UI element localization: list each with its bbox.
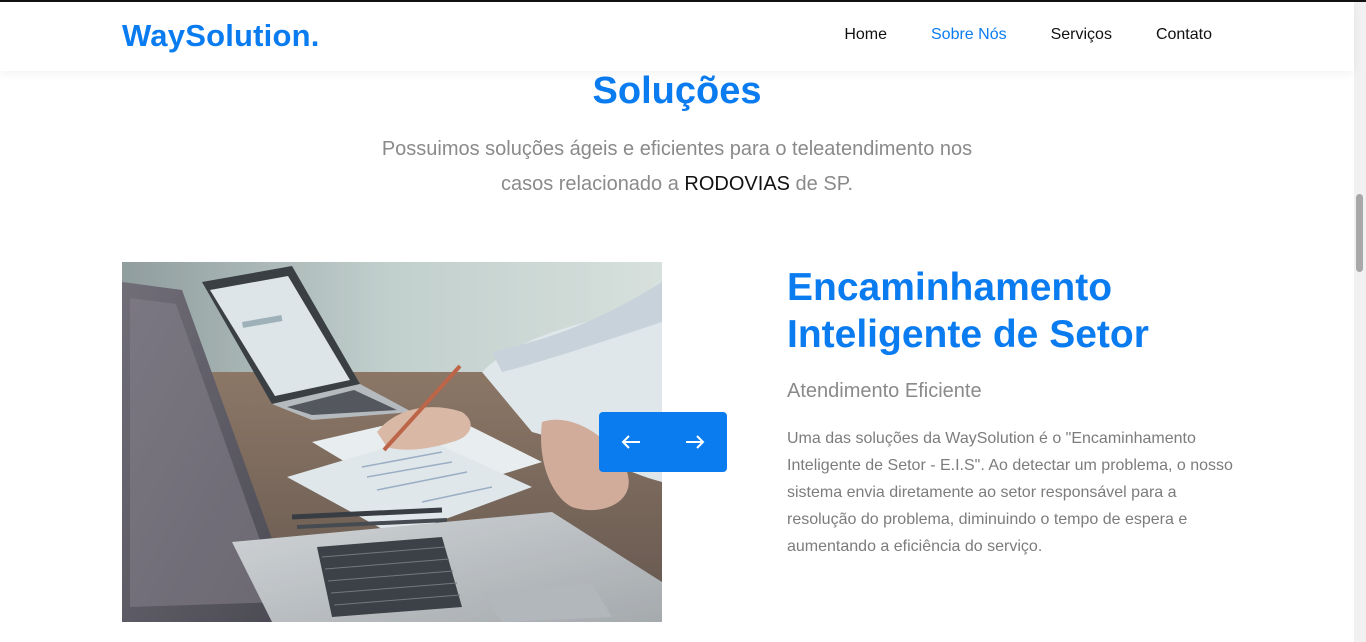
- slide-subtitle: Atendimento Eficiente: [787, 380, 982, 402]
- arrow-right-icon: [686, 435, 705, 449]
- prev-button[interactable]: [606, 417, 656, 467]
- next-button[interactable]: [670, 417, 720, 467]
- nav-servicos[interactable]: Serviços: [1051, 26, 1112, 44]
- brand-logo[interactable]: WaySolution.: [122, 18, 320, 54]
- carousel-controls: [599, 412, 727, 472]
- section-subtitle-line2-pre: casos relacionado a: [500, 173, 685, 195]
- page: WaySolution. Home Sobre Nós Serviços Con…: [0, 0, 1366, 642]
- nav-contato[interactable]: Contato: [1156, 26, 1212, 44]
- slide-title-line1: Encaminhamento: [787, 266, 1113, 309]
- section-subtitle: Possuimos soluções ágeis e eficientes pa…: [377, 132, 977, 202]
- section-subtitle-line1: Possuimos soluções ágeis e eficientes pa…: [381, 138, 973, 160]
- slide-description: Uma das soluções da WaySolution é o "Enc…: [787, 430, 1233, 555]
- scrollbar[interactable]: [1354, 2, 1366, 642]
- section-subtitle-line2-post: de SP.: [790, 173, 854, 195]
- nav-sobre-nos[interactable]: Sobre Nós: [931, 26, 1007, 44]
- slide-title-line2: Inteligente de Setor: [787, 313, 1149, 356]
- scrollbar-thumb[interactable]: [1356, 194, 1363, 272]
- arrow-left-icon: [621, 435, 640, 449]
- nav-home[interactable]: Home: [844, 26, 887, 44]
- solution-photo: [122, 262, 662, 622]
- main-nav: Home Sobre Nós Serviços Contato: [800, 26, 1212, 44]
- section-title: Soluções: [592, 70, 762, 112]
- slide-content: Encaminhamento Inteligente de Setor Aten…: [787, 264, 1247, 560]
- slide-title: Encaminhamento Inteligente de Setor: [787, 264, 1247, 358]
- section-subtitle-emphasis: RODOVIAS: [684, 173, 790, 195]
- navbar: WaySolution. Home Sobre Nós Serviços Con…: [0, 2, 1354, 71]
